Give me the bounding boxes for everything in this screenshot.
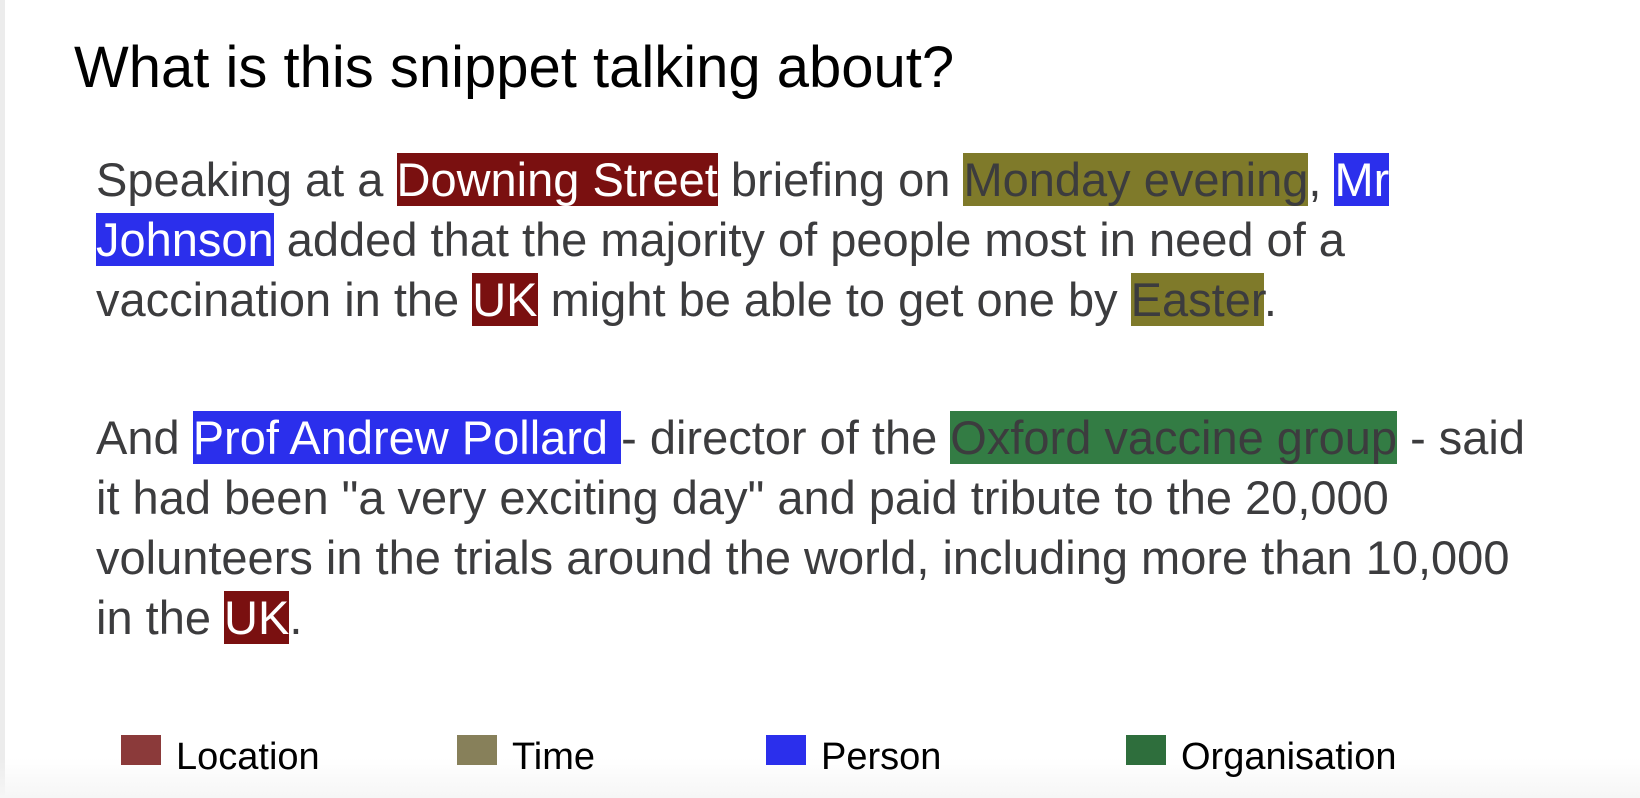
entity-time: Easter bbox=[1130, 273, 1264, 326]
left-border bbox=[0, 0, 5, 798]
snippet-text: , bbox=[1308, 153, 1335, 206]
snippet-paragraph-2: And Prof Andrew Pollard - director of th… bbox=[96, 408, 1556, 648]
snippet-text: might be able to get one by bbox=[537, 273, 1131, 326]
snippet-text: briefing on bbox=[717, 153, 964, 206]
snippet-text: . bbox=[1263, 273, 1277, 326]
snippet-text: And bbox=[96, 411, 193, 464]
page-title: What is this snippet talking about? bbox=[74, 35, 955, 100]
entity-location: UK bbox=[472, 273, 538, 326]
legend-swatch-organisation bbox=[1126, 735, 1166, 765]
legend-swatch-time bbox=[457, 735, 497, 765]
entity-location: Downing Street bbox=[396, 153, 718, 206]
legend-label-time: Time bbox=[512, 736, 596, 778]
snippet-text: . bbox=[289, 591, 303, 644]
entity-location: UK bbox=[224, 591, 290, 644]
legend-item-organisation: Organisation bbox=[1126, 732, 1396, 782]
legend-item-person: Person bbox=[766, 732, 941, 782]
snippet-text: Speaking at a bbox=[96, 153, 397, 206]
entity-organisation: Oxford vaccine group bbox=[950, 411, 1398, 464]
snippet-text: - director of the bbox=[621, 411, 951, 464]
legend-swatch-location bbox=[121, 735, 161, 765]
snippet-paragraph-1: Speaking at a Downing Street briefing on… bbox=[96, 150, 1556, 330]
legend-label-person: Person bbox=[821, 736, 942, 778]
entity-person: Prof Andrew Pollard bbox=[192, 411, 622, 464]
legend-label-location: Location bbox=[176, 736, 320, 778]
entity-legend: Location Time Person Organisation bbox=[0, 732, 1640, 782]
entity-time: Monday evening bbox=[963, 153, 1309, 206]
legend-item-time: Time bbox=[457, 732, 595, 782]
legend-item-location: Location bbox=[121, 732, 320, 782]
legend-swatch-person bbox=[766, 735, 806, 765]
legend-label-organisation: Organisation bbox=[1181, 736, 1397, 778]
